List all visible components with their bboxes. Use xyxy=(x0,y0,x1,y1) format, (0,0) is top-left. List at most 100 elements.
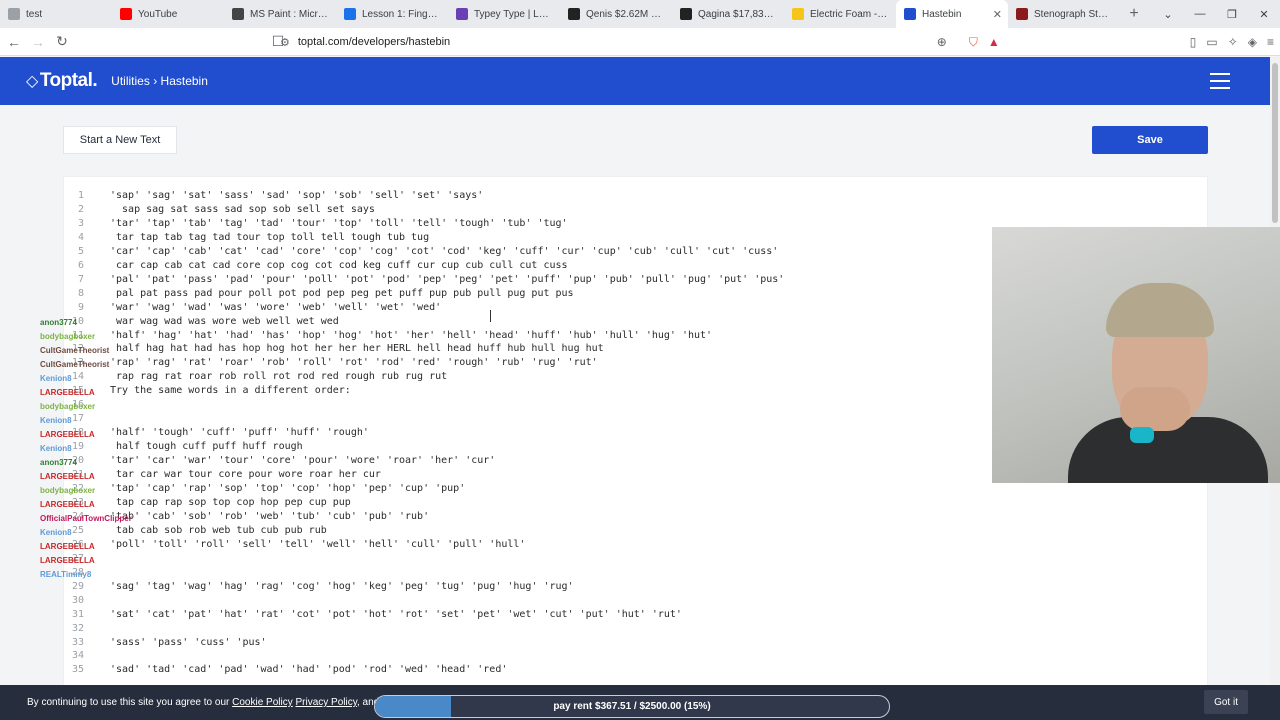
webcam-feed xyxy=(992,227,1280,483)
site-info-icon[interactable]: ⚙ xyxy=(280,36,290,49)
editor-line[interactable]: 25 tab cab sob rob web tub cub pub rub xyxy=(64,524,784,538)
chat-username: Kenion8 xyxy=(40,528,72,537)
tab-9[interactable]: Stenograph Stentura 2 xyxy=(1008,0,1120,28)
tab-favicon-icon xyxy=(568,8,580,20)
chat-username: CultGameTheorist xyxy=(40,346,110,355)
close-window-icon[interactable]: ✕ xyxy=(1248,8,1280,21)
restore-icon[interactable]: ❐ xyxy=(1216,8,1248,21)
hamburger-menu-icon[interactable] xyxy=(1210,73,1230,94)
tab-8[interactable]: Hastebin ✕ xyxy=(896,0,1008,28)
chat-username: anon3774 xyxy=(40,318,77,327)
editor-line[interactable]: 20'tar' 'car' 'war' 'tour' 'core' 'pour'… xyxy=(64,454,784,468)
rent-progress-label: pay rent $367.51 / $2500.00 (15%) xyxy=(553,701,711,712)
editor-line[interactable]: 12 half hag hat had has hop hog hot her … xyxy=(64,342,784,356)
address-bar-row: ← → ↻ ☐ ⚙ toptal.com/developers/hastebin… xyxy=(0,28,1280,56)
tab-label: Lesson 1: Fingers And xyxy=(362,8,440,20)
editor-line[interactable]: 16 xyxy=(64,398,784,412)
editor-line[interactable]: 34 xyxy=(64,649,784,663)
sidebar-icon[interactable]: ▯ xyxy=(1190,35,1197,49)
new-tab-icon[interactable]: + xyxy=(1120,5,1148,23)
tab-label: Qenis $2.62M - Qenis xyxy=(586,8,664,20)
toptal-logo[interactable]: ◇ Toptal. xyxy=(26,70,98,92)
editor-line[interactable]: 31 'sat' 'cat' 'pat' 'hat' 'rat' 'cot' 'p… xyxy=(64,608,784,622)
line-text: 'sad' 'tad' 'cad' 'pad' 'wad' 'had' 'pod… xyxy=(110,664,508,676)
browser-tab-strip: test YouTube MS Paint : Microsoft P Lesson … xyxy=(0,0,1280,28)
tab-5[interactable]: Qenis $2.62M - Qenis xyxy=(560,0,672,28)
tab-7[interactable]: Electric Foam - Steno xyxy=(784,0,896,28)
editor-line[interactable]: 1 'sap' 'sag' 'sat' 'sass' 'sad' 'sop' 's… xyxy=(64,189,784,203)
brave-shield-icon[interactable]: ⛉ xyxy=(969,35,978,50)
zoom-icon[interactable]: ⊕ xyxy=(937,35,947,49)
editor-line[interactable]: 10 war wag wad was wore web well wet wed xyxy=(64,315,784,329)
editor-lines[interactable]: 1 'sap' 'sag' 'sat' 'sass' 'sad' 'sop' 's… xyxy=(64,189,784,677)
editor-line[interactable]: 6 car cap cab cat cad core cop cog cot c… xyxy=(64,259,784,273)
privacy-policy-link[interactable]: Privacy Policy xyxy=(296,697,358,708)
back-icon[interactable]: ← xyxy=(4,34,24,50)
tab-close-icon[interactable]: ✕ xyxy=(993,8,1002,21)
chat-username: LARGEBELLA xyxy=(40,472,95,481)
chat-username: bodybagboxer xyxy=(40,402,96,411)
streamer-cap xyxy=(1106,283,1214,337)
editor-line[interactable]: 32 xyxy=(64,622,784,636)
vpn-icon[interactable]: ◈ xyxy=(1248,35,1257,49)
reload-icon[interactable]: ↻ xyxy=(52,33,72,50)
editor-line[interactable]: 28 xyxy=(64,566,784,580)
editor-line[interactable]: 33 'sass' 'pass' 'cuss' 'pus' xyxy=(64,636,784,650)
save-button[interactable]: Save xyxy=(1092,126,1208,154)
editor-line[interactable]: 11'half' 'hag' 'hat' 'had' 'has' 'hop' '… xyxy=(64,329,784,343)
editor-line[interactable]: 24'tab' 'cab' 'sob' 'rob' 'web' 'tub' 'c… xyxy=(64,510,784,524)
tab-1[interactable]: YouTube xyxy=(112,0,224,28)
text-cursor-icon xyxy=(490,310,496,322)
tab-2[interactable]: MS Paint : Microsoft P xyxy=(224,0,336,28)
editor-line[interactable]: 23 tap cap rap sop top cop hop pep cup p… xyxy=(64,496,784,510)
editor-line[interactable]: 21 tar car war tour core pour wore roar … xyxy=(64,468,784,482)
forward-icon[interactable]: → xyxy=(28,34,48,50)
extensions-icon[interactable]: ✧ xyxy=(1228,35,1238,49)
editor-line[interactable]: 7 'pal' 'pat' 'pass' 'pad' 'pour' 'poll' … xyxy=(64,273,784,287)
minimize-icon[interactable]: — xyxy=(1184,8,1216,20)
editor-line[interactable]: 35 'sad' 'tad' 'cad' 'pad' 'wad' 'had' 'p… xyxy=(64,663,784,677)
url-bar[interactable]: ⚙ toptal.com/developers/hastebin xyxy=(280,31,1000,53)
tab-search-icon[interactable]: ⌄ xyxy=(1152,8,1184,21)
editor-line[interactable]: 14 rap rag rat roar rob roll rot rod red… xyxy=(64,370,784,384)
editor-line[interactable]: 13'rap' 'rag' 'rat' 'roar' 'rob' 'roll' … xyxy=(64,356,784,370)
line-number: 31 xyxy=(71,608,84,620)
editor-line[interactable]: 17 xyxy=(64,412,784,426)
menu-icon[interactable]: ≡ xyxy=(1267,35,1274,49)
editor-line[interactable]: 29'sag' 'tag' 'wag' 'hag' 'rag' 'cog' 'h… xyxy=(64,580,784,594)
editor-line[interactable]: 5 'car' 'cap' 'cab' 'cat' 'cad' 'core' 'c… xyxy=(64,245,784,259)
editor-line[interactable]: 2 sap sag sat sass sad sop sob sell set … xyxy=(64,203,784,217)
stream-chat-overlay: anon3774 bodybagboxer CultGameTheorist Cult… xyxy=(40,316,160,596)
editor-line[interactable]: 15 Try the same words in a different orde… xyxy=(64,384,784,398)
tab-6[interactable]: Qagina $17,831.00 - D xyxy=(672,0,784,28)
wallet-icon[interactable]: ▭ xyxy=(1206,35,1217,49)
editor-line[interactable]: 27 xyxy=(64,552,784,566)
tab-0[interactable]: test xyxy=(0,0,112,28)
editor-line[interactable]: 18'half' 'tough' 'cuff' 'puff' 'huff' 'r… xyxy=(64,426,784,440)
chat-username: LARGEBELLA xyxy=(40,500,95,509)
tab-4[interactable]: Typey Type | Lesson: C xyxy=(448,0,560,28)
editor-line[interactable]: 22'tap' 'cap' 'rap' 'sop' 'top' 'cop' 'h… xyxy=(64,482,784,496)
editor-line[interactable]: 9 'war' 'wag' 'wad' 'was' 'wore' 'web' 'w… xyxy=(64,301,784,315)
rewards-icon[interactable]: ▲ xyxy=(988,35,1000,49)
editor-line[interactable]: 8 pal pat pass pad pour poll pot pod pep… xyxy=(64,287,784,301)
breadcrumb-utilities[interactable]: Utilities xyxy=(111,74,150,88)
chat-username: LARGEBELLA xyxy=(40,556,95,565)
editor-line[interactable]: 3 'tar' 'tap' 'tab' 'tag' 'tad' 'tour' 't… xyxy=(64,217,784,231)
cookie-policy-link[interactable]: Cookie Policy xyxy=(232,697,293,708)
tab-3[interactable]: Lesson 1: Fingers And xyxy=(336,0,448,28)
chat-username: LARGEBELLA xyxy=(40,430,95,439)
line-number: 3 xyxy=(77,217,84,229)
breadcrumb-hastebin[interactable]: Hastebin xyxy=(161,74,208,88)
editor-line[interactable]: 26'poll' 'toll' 'roll' 'sell' 'tell' 'we… xyxy=(64,538,784,552)
tab-label: Hastebin xyxy=(922,8,962,20)
tab-label: Electric Foam - Steno xyxy=(810,8,888,20)
start-new-text-button[interactable]: Start a New Text xyxy=(63,126,177,154)
editor-line[interactable]: 30 xyxy=(64,594,784,608)
editor-line[interactable]: 19 half tough cuff puff huff rough xyxy=(64,440,784,454)
editor-line[interactable]: 4 tar tap tab tag tad tour top toll tell… xyxy=(64,231,784,245)
got-it-button[interactable]: Got it xyxy=(1204,690,1248,714)
chat-username: Kenion8 xyxy=(40,444,72,453)
tab-favicon-icon xyxy=(344,8,356,20)
breadcrumb: Utilities › Hastebin xyxy=(111,74,208,88)
